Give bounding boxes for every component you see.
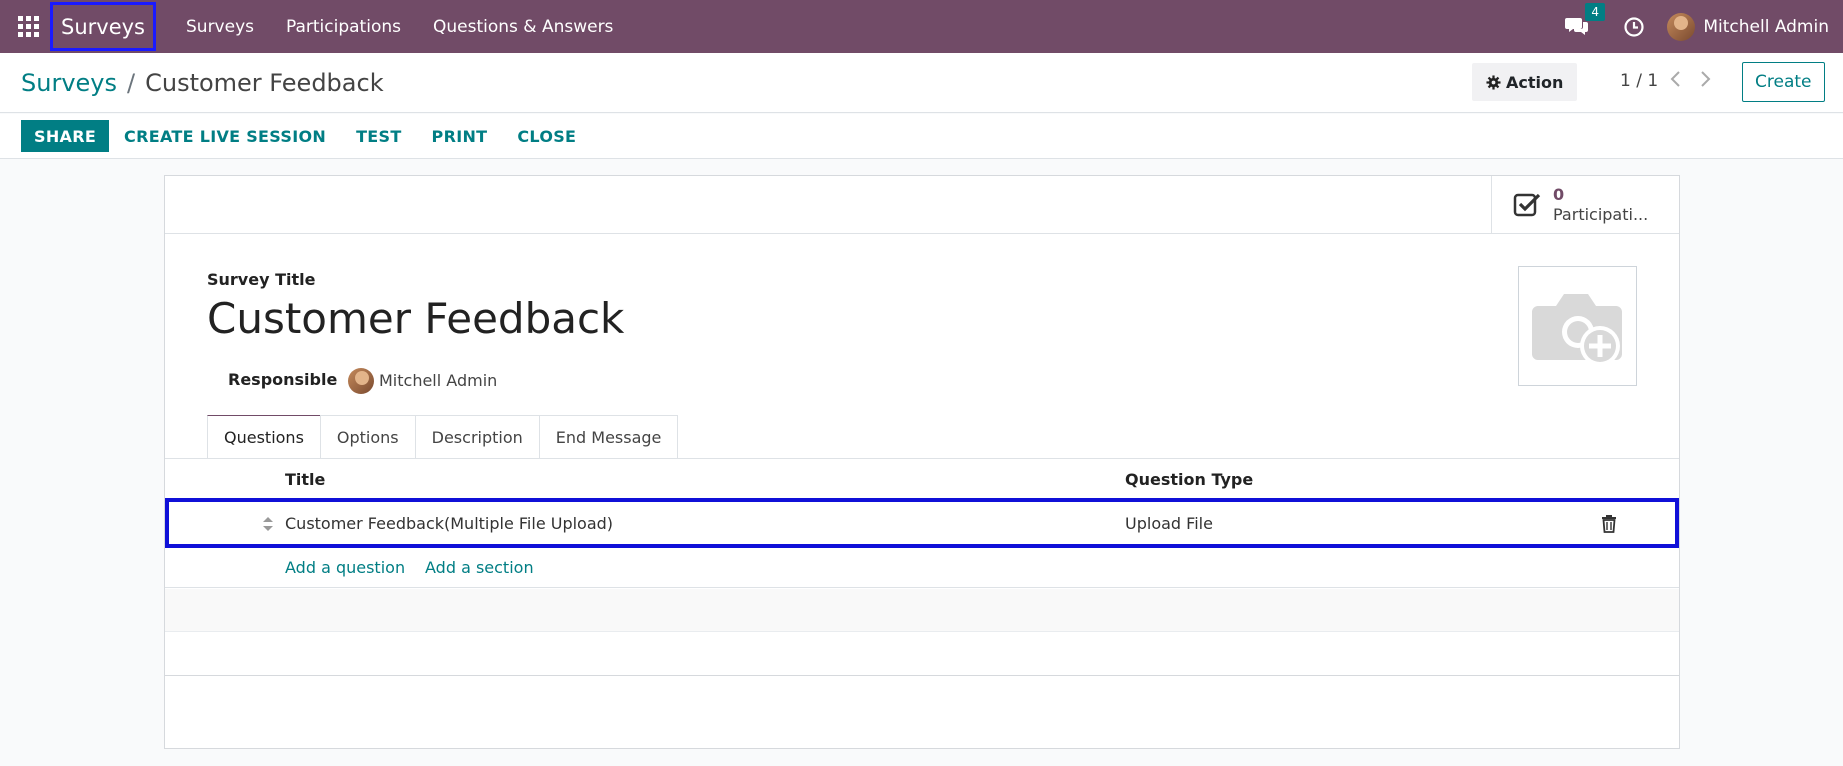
action-label: Action [1506,72,1564,92]
table-row[interactable]: Customer Feedback(Multiple File Upload) … [165,498,1679,548]
empty-row [165,633,1679,676]
gear-icon [1486,74,1501,90]
create-live-session-button[interactable]: CREATE LIVE SESSION [109,127,341,146]
print-button[interactable]: PRINT [417,127,503,146]
chevron-right-icon[interactable] [1696,68,1714,90]
form-sheet: 0 Participati... Survey Title Customer F… [164,175,1680,749]
chat-count-badge: 4 [1585,2,1605,21]
user-avatar[interactable] [1667,12,1696,41]
activity-clock-icon[interactable] [1623,16,1645,38]
chevron-left-icon[interactable] [1667,68,1685,90]
drag-handle-icon[interactable] [262,516,274,532]
add-question-link[interactable]: Add a question [285,558,405,577]
breadcrumb-separator: / [127,69,136,97]
responsible-field[interactable]: Mitchell Admin [379,371,497,390]
form-tabs: Questions Options Description End Messag… [207,415,679,458]
user-name[interactable]: Mitchell Admin [1703,17,1829,37]
menu-item-participations[interactable]: Participations [270,17,417,37]
participations-stat-button[interactable]: 0 Participati... [1491,176,1680,234]
survey-image-upload[interactable] [1518,266,1637,386]
share-button[interactable]: SHARE [21,120,110,152]
app-brand[interactable]: Surveys [50,2,156,51]
tab-end-message[interactable]: End Message [538,415,679,458]
trash-icon[interactable] [1601,515,1617,533]
create-button[interactable]: Create [1742,62,1825,102]
tab-description[interactable]: Description [414,415,540,458]
control-panel: Surveys / Customer Feedback Action 1 / 1… [0,53,1843,113]
menu-item-surveys[interactable]: Surveys [170,17,270,37]
button-box: 0 Participati... [165,176,1679,234]
column-header-title[interactable]: Title [285,470,325,489]
breadcrumb-current: Customer Feedback [145,69,384,97]
tab-questions[interactable]: Questions [207,415,321,458]
add-line-row: Add a question Add a section [165,548,1679,588]
responsible-label: Responsible [228,370,338,389]
question-title-cell[interactable]: Customer Feedback(Multiple File Upload) [285,514,613,533]
responsible-avatar [348,368,374,394]
question-type-cell[interactable]: Upload File [1125,514,1213,533]
column-header-question-type[interactable]: Question Type [1125,470,1253,489]
apps-grid-icon[interactable] [15,14,41,40]
participations-count: 0 [1553,185,1565,204]
empty-row [165,589,1679,632]
top-navbar: Surveys Surveys Participations Questions… [0,0,1843,53]
close-button[interactable]: CLOSE [502,127,591,146]
breadcrumb-surveys-link[interactable]: Surveys [21,69,117,97]
survey-title-field[interactable]: Customer Feedback [207,294,624,343]
breadcrumb: Surveys / Customer Feedback [21,69,384,97]
survey-title-label: Survey Title [207,270,316,289]
add-section-link[interactable]: Add a section [425,558,534,577]
main-menu: Surveys Participations Questions & Answe… [170,17,629,37]
checkbox-checked-icon [1513,193,1541,217]
participations-label: Participati... [1553,205,1649,224]
questions-table-header: Title Question Type [165,459,1679,502]
test-button[interactable]: TEST [341,127,416,146]
form-statusbar: SHARE CREATE LIVE SESSION TEST PRINT CLO… [0,114,1843,159]
action-button[interactable]: Action [1472,63,1578,101]
chat-icon[interactable]: 4 [1565,2,1605,39]
navbar-systray: 4 Mitchell Admin [1565,0,1843,53]
camera-add-icon [1531,294,1622,366]
menu-item-questions-answers[interactable]: Questions & Answers [417,17,629,37]
tab-options[interactable]: Options [319,415,416,458]
pager-value[interactable]: 1 / 1 [1620,71,1658,91]
